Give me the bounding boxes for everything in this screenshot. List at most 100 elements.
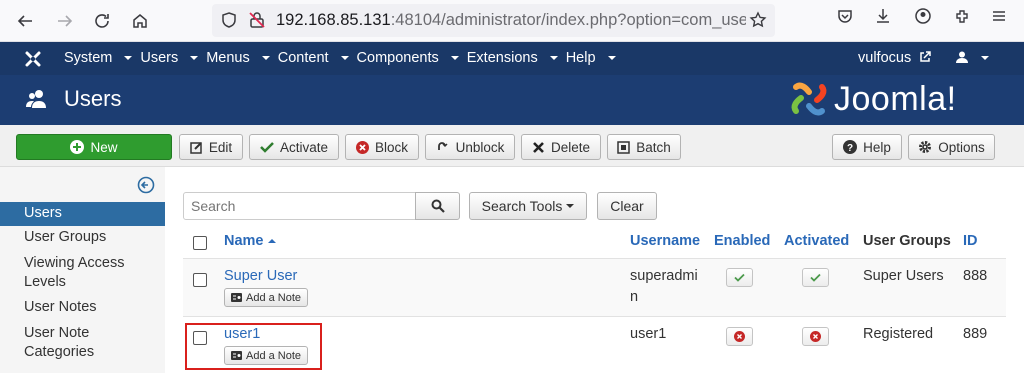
activated-toggle[interactable] [802, 268, 829, 287]
page-header: Users Joomla! [0, 75, 1024, 125]
search-button[interactable] [415, 192, 460, 220]
column-header-enabled[interactable]: Enabled [714, 233, 770, 249]
batch-icon [617, 140, 630, 154]
enabled-toggle[interactable] [726, 268, 753, 287]
sidebar-item-user-note-categories[interactable]: User Note Categories [0, 324, 165, 362]
button-label: New [90, 139, 118, 155]
caret-down-icon [549, 56, 558, 61]
sidebar-item-label: Viewing Access [24, 255, 125, 271]
button-label: Batch [636, 139, 671, 155]
delete-button[interactable]: Delete [521, 134, 601, 160]
download-icon[interactable] [874, 7, 892, 28]
select-all-checkbox[interactable] [193, 236, 207, 250]
extensions-icon[interactable] [953, 7, 971, 28]
check-icon [810, 273, 821, 282]
button-label: Delete [550, 139, 591, 155]
caret-up-icon [267, 239, 276, 244]
new-button[interactable]: New [16, 134, 172, 160]
menu-help[interactable]: Help [566, 50, 616, 66]
sidebar: Users User Groups Viewing Access Levels … [0, 167, 165, 373]
joomla-logo-icon [791, 82, 827, 116]
sidebar-item-user-notes[interactable]: User Notes [0, 298, 165, 317]
menu-system[interactable]: System [64, 50, 133, 66]
enabled-toggle[interactable] [726, 327, 753, 346]
username-cell: user1 [630, 326, 667, 342]
row-checkbox[interactable] [193, 273, 207, 287]
caret-down-icon [190, 56, 199, 61]
external-link-icon [920, 51, 931, 62]
menu-icon[interactable] [990, 7, 1008, 28]
sidebar-item-label: Levels [24, 274, 66, 290]
joomla-brand: Joomla! [788, 79, 957, 119]
search-tools-button[interactable]: Search Tools [469, 192, 587, 220]
svg-text:?: ? [847, 143, 853, 154]
gear-icon [919, 141, 932, 153]
delete-x-icon [533, 141, 544, 153]
users-icon [26, 90, 46, 108]
sidebar-item-label: Users [24, 205, 62, 221]
home-icon[interactable] [126, 7, 154, 35]
sidebar-item-user-groups[interactable]: User Groups [0, 228, 165, 247]
menu-components[interactable]: Components [357, 50, 459, 66]
block-icon [810, 331, 821, 342]
button-label: Options [938, 139, 985, 155]
batch-button[interactable]: Batch [607, 134, 681, 160]
check-icon [734, 273, 745, 282]
undo-icon [437, 142, 448, 150]
sidebar-item-viewing-access-levels[interactable]: Viewing Access Levels [0, 254, 165, 292]
insecure-lock-icon[interactable] [248, 11, 266, 32]
menu-users[interactable]: Users [140, 50, 199, 66]
caret-down-icon [261, 56, 270, 61]
collapse-sidebar-icon[interactable] [137, 176, 155, 194]
sidebar-item-label: Categories [24, 344, 95, 360]
menu-menus[interactable]: Menus [206, 50, 270, 66]
caret-down-icon [566, 204, 575, 208]
search-input[interactable] [183, 192, 416, 220]
user-menu[interactable] [955, 50, 990, 66]
shield-icon[interactable] [220, 11, 238, 32]
button-label: Add a Note [246, 291, 302, 304]
highlight-box [185, 323, 322, 370]
joomla-logo-icon[interactable] [24, 50, 42, 68]
add-note-button[interactable]: Add a Note [224, 288, 309, 307]
block-button[interactable]: Block [345, 134, 419, 160]
bookmark-star-icon[interactable] [749, 11, 767, 32]
caret-down-icon [981, 56, 990, 61]
sidebar-item-users[interactable]: Users [0, 202, 165, 226]
column-header-username[interactable]: Username [630, 233, 700, 249]
menu-label: System [64, 50, 113, 66]
search-icon [431, 199, 445, 213]
sidebar-item-label: User Note [24, 325, 90, 341]
clear-button[interactable]: Clear [597, 192, 657, 220]
back-icon[interactable] [11, 7, 39, 35]
user-name-link[interactable]: Super User [224, 268, 297, 284]
column-header-name[interactable]: Name [224, 233, 276, 249]
menu-extensions[interactable]: Extensions [467, 50, 558, 66]
column-header-id[interactable]: ID [963, 233, 978, 249]
help-icon: ? [843, 140, 858, 154]
unblock-button[interactable]: Unblock [425, 134, 515, 160]
edit-button[interactable]: Edit [179, 134, 243, 160]
note-icon [231, 293, 242, 302]
button-label: Help [863, 139, 891, 155]
url-text[interactable]: 192.168.85.131:48104/administrator/index… [276, 11, 746, 30]
forward-icon[interactable] [51, 7, 79, 35]
activated-toggle[interactable] [802, 327, 829, 346]
menu-label: Extensions [466, 50, 538, 66]
reload-icon[interactable] [88, 7, 116, 35]
menu-content[interactable]: Content [278, 50, 349, 66]
account-icon[interactable] [914, 7, 932, 28]
button-label: Search Tools [481, 198, 563, 214]
activate-button[interactable]: Activate [249, 134, 339, 160]
address-bar[interactable]: 192.168.85.131:48104/administrator/index… [212, 4, 775, 37]
options-button[interactable]: Options [908, 134, 995, 160]
column-header-activated[interactable]: Activated [784, 233, 849, 249]
main-menu: System Users Menus Content Components Ex… [64, 50, 624, 66]
user-groups-cell: Super Users [863, 268, 944, 284]
help-button[interactable]: ? Help [832, 134, 902, 160]
caret-down-icon [607, 56, 616, 61]
site-link[interactable]: vulfocus [858, 50, 931, 66]
caret-down-icon [340, 56, 349, 61]
url-host: 192.168.85.131 [276, 11, 391, 29]
pocket-icon[interactable] [836, 7, 854, 28]
